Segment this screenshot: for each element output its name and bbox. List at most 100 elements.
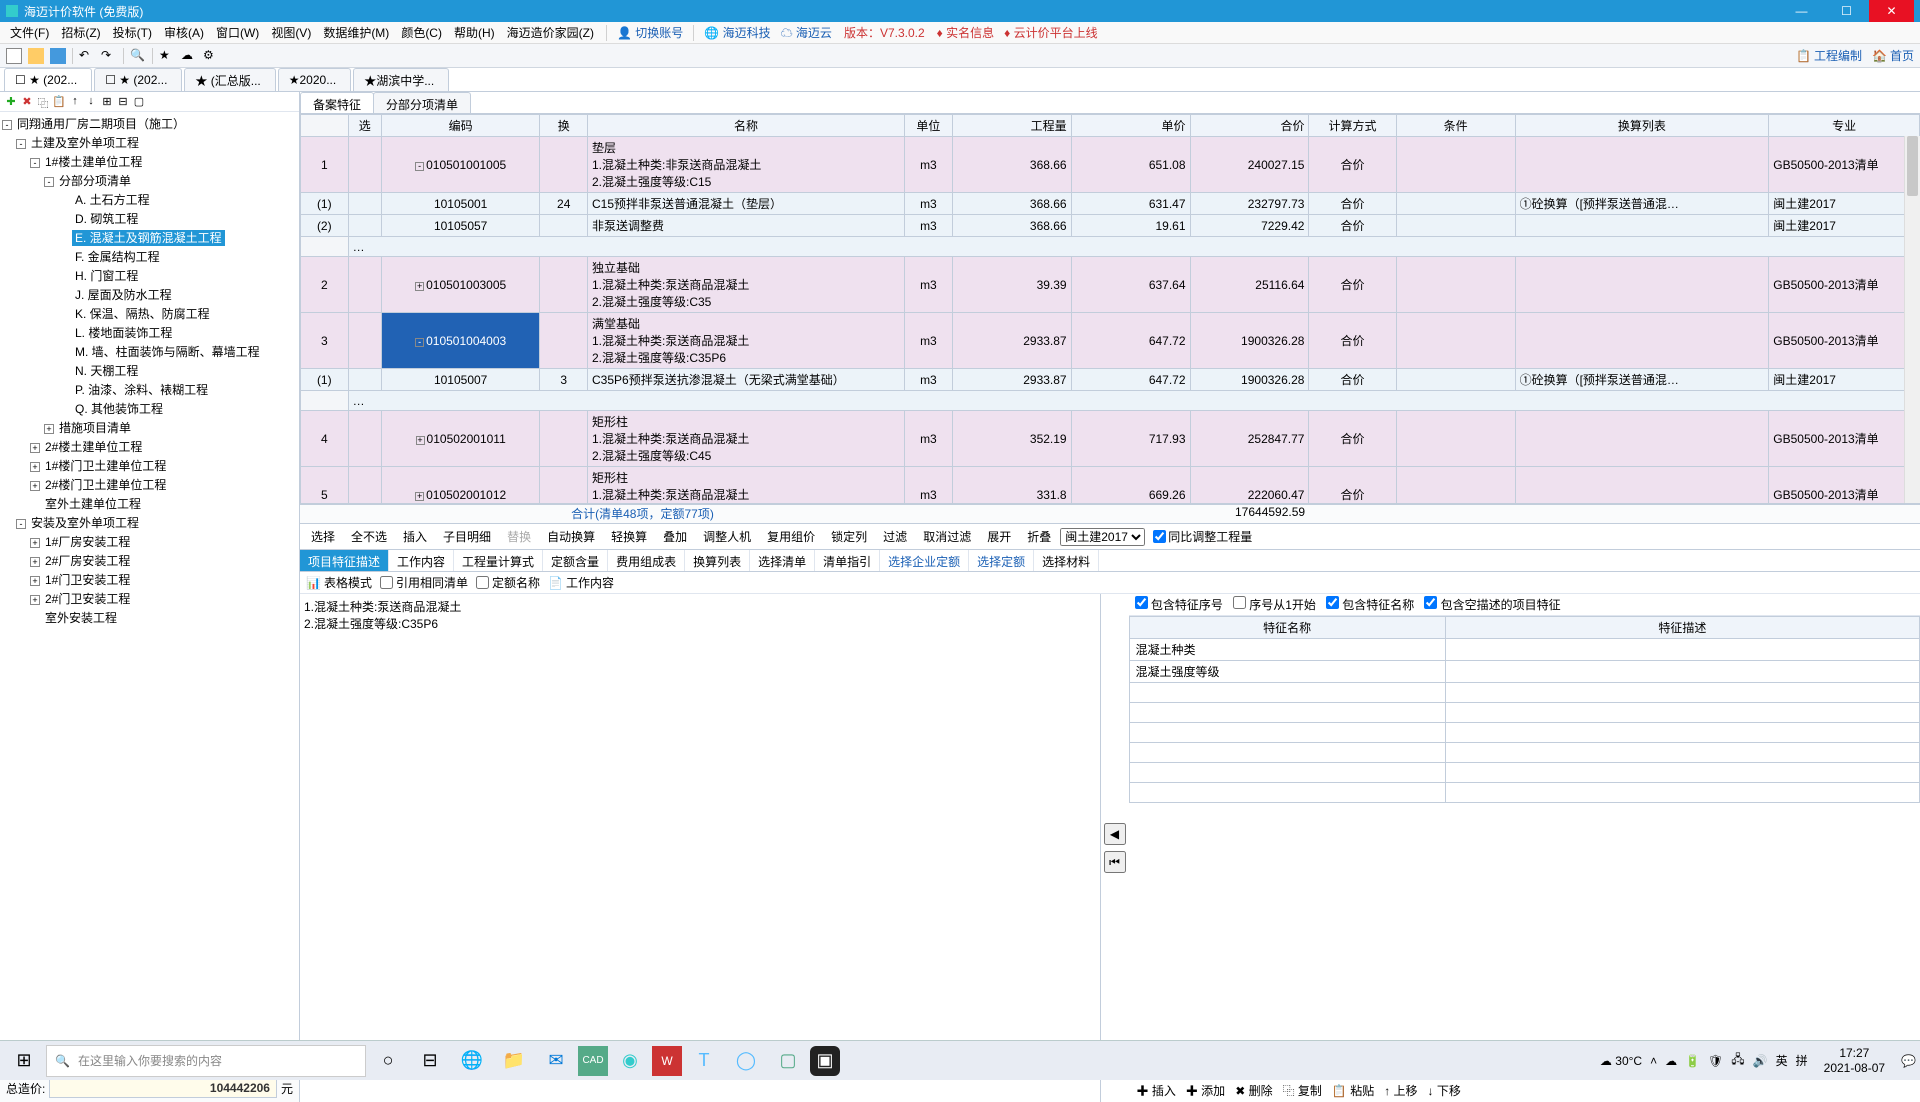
tree-node[interactable]: P. 油漆、涂料、裱糊工程 xyxy=(2,380,297,399)
taskbar-search[interactable]: 🔍 在这里输入你要搜索的内容 xyxy=(46,1045,366,1077)
feat-action-删除[interactable]: ✖ 删除 xyxy=(1235,1082,1272,1099)
settings-icon[interactable]: ⚙ xyxy=(203,48,219,64)
app-o-icon[interactable]: ◯ xyxy=(726,1041,766,1081)
explorer-icon[interactable]: 📁 xyxy=(494,1041,534,1081)
feat-action-添加[interactable]: ✚ 添加 xyxy=(1186,1082,1225,1099)
cloud-link[interactable]: ☁ 海迈云 xyxy=(777,22,836,43)
tree-node[interactable]: +2#楼门卫土建单位工程 xyxy=(2,475,297,494)
action-子目明细[interactable]: 子目明细 xyxy=(436,525,498,548)
feature-row[interactable]: 混凝土种类 xyxy=(1129,639,1920,661)
table-mode-button[interactable]: 📊 表格模式 xyxy=(306,574,372,591)
tree-toggle-icon[interactable]: + xyxy=(30,462,40,472)
tree-node[interactable]: +2#厂房安装工程 xyxy=(2,551,297,570)
tree-node[interactable]: Q. 其他装饰工程 xyxy=(2,399,297,418)
close-button[interactable]: ✕ xyxy=(1869,0,1914,22)
tree-paste-icon[interactable]: 📋 xyxy=(52,95,66,109)
app-teal-icon[interactable]: ◉ xyxy=(610,1041,650,1081)
realname-link[interactable]: ♦ 实名信息 xyxy=(933,22,998,43)
star-icon[interactable]: ★ xyxy=(159,48,175,64)
edge-icon[interactable]: 🌐 xyxy=(452,1041,492,1081)
grid-row[interactable]: (1)1010500124C15预拌非泵送普通混凝土（垫层）m3368.6663… xyxy=(301,193,1920,215)
prop-tab[interactable]: 费用组成表 xyxy=(608,550,685,571)
tree-collapse-icon[interactable]: ⊟ xyxy=(116,95,130,109)
tree-down-icon[interactable]: ↓ xyxy=(84,95,98,109)
maximize-button[interactable]: ☐ xyxy=(1824,0,1869,22)
weather-widget[interactable]: ☁ 30°C xyxy=(1600,1054,1642,1068)
project-tab[interactable]: ☐ ★ (202... xyxy=(4,68,92,91)
tree-node[interactable]: L. 楼地面装饰工程 xyxy=(2,323,297,342)
tree-node[interactable]: +2#门卫安装工程 xyxy=(2,589,297,608)
project-tab[interactable]: ★湖滨中学... xyxy=(353,68,449,91)
tree-node[interactable]: +1#门卫安装工程 xyxy=(2,570,297,589)
cloud-save-icon[interactable]: ☁ xyxy=(181,48,197,64)
tree-node[interactable]: A. 土石方工程 xyxy=(2,190,297,209)
sync-adjust-checkbox[interactable]: 同比调整工程量 xyxy=(1153,528,1252,545)
transfer-left-button[interactable]: ◀ xyxy=(1104,823,1126,845)
tree-toggle-icon[interactable]: + xyxy=(30,557,40,567)
start-button[interactable]: ⊞ xyxy=(4,1041,44,1081)
feature-row[interactable]: 混凝土强度等级 xyxy=(1129,661,1920,683)
feature-table[interactable]: 特征名称特征描述混凝土种类混凝土强度等级 xyxy=(1129,616,1920,803)
vertical-scrollbar[interactable] xyxy=(1904,136,1920,503)
prop-tab[interactable]: 定额含量 xyxy=(543,550,608,571)
action-过滤[interactable]: 过滤 xyxy=(876,525,914,548)
menu-item[interactable]: 视图(V) xyxy=(265,24,317,42)
tree-toggle-icon[interactable]: + xyxy=(30,595,40,605)
action-插入[interactable]: 插入 xyxy=(396,525,434,548)
action-选择[interactable]: 选择 xyxy=(304,525,342,548)
project-tab[interactable]: ★2020... xyxy=(278,68,351,91)
mail-icon[interactable]: ✉ xyxy=(536,1041,576,1081)
grid-row[interactable]: 4+010502001011矩形柱 1.混凝土种类:泵送商品混凝土 2.混凝土强… xyxy=(301,411,1920,467)
menu-item[interactable]: 海迈造价家园(Z) xyxy=(501,24,600,42)
feat-action-插入[interactable]: ✚ 插入 xyxy=(1137,1082,1176,1099)
tray-ime-1[interactable]: 英 xyxy=(1776,1052,1788,1069)
tree-node[interactable]: F. 金属结构工程 xyxy=(2,247,297,266)
project-tree[interactable]: -同翔通用厂房二期项目（施工）-土建及室外单项工程-1#楼土建单位工程-分部分项… xyxy=(0,112,299,1073)
app-wps-icon[interactable]: W xyxy=(652,1046,682,1076)
transfer-all-left-button[interactable]: ⏮ xyxy=(1104,851,1126,873)
tree-toggle-icon[interactable]: - xyxy=(30,158,40,168)
platform-link[interactable]: ♦ 云计价平台上线 xyxy=(1000,22,1101,43)
menu-item[interactable]: 颜色(C) xyxy=(395,24,448,42)
menu-item[interactable]: 数据维护(M) xyxy=(317,24,395,42)
minimize-button[interactable]: — xyxy=(1779,0,1824,22)
menu-item[interactable]: 窗口(W) xyxy=(210,24,265,42)
new-icon[interactable] xyxy=(6,48,22,64)
tree-node[interactable]: M. 墙、柱面装饰与隔断、幕墙工程 xyxy=(2,342,297,361)
tree-del-icon[interactable]: ✖ xyxy=(20,95,34,109)
action-调整人机[interactable]: 调整人机 xyxy=(696,525,758,548)
tree-node[interactable]: K. 保温、隔热、防腐工程 xyxy=(2,304,297,323)
tree-toggle-icon[interactable]: - xyxy=(16,519,26,529)
quota-name-checkbox[interactable]: 定额名称 xyxy=(476,574,540,591)
tree-toggle-icon[interactable]: + xyxy=(30,481,40,491)
grid-row[interactable]: 3-010501004003满堂基础 1.混凝土种类:泵送商品混凝土 2.混凝土… xyxy=(301,313,1920,369)
action-复用组价[interactable]: 复用组价 xyxy=(760,525,822,548)
tree-node[interactable]: E. 混凝土及钢筋混凝土工程 xyxy=(2,228,297,247)
seq-from-1-checkbox[interactable]: 序号从1开始 xyxy=(1233,596,1316,613)
prop-tab[interactable]: 选择企业定额 xyxy=(880,550,969,571)
menu-item[interactable]: 招标(Z) xyxy=(55,24,106,42)
tree-node[interactable]: +2#楼土建单位工程 xyxy=(2,437,297,456)
tech-link[interactable]: 🌐 海迈科技 xyxy=(700,22,774,43)
tray-net-icon[interactable]: 🖧 xyxy=(1731,1050,1744,1071)
prop-tab[interactable]: 项目特征描述 xyxy=(300,550,389,571)
tree-node[interactable]: +1#厂房安装工程 xyxy=(2,532,297,551)
tray-ime-2[interactable]: 拼 xyxy=(1796,1052,1808,1069)
tree-add-icon[interactable]: ✚ xyxy=(4,95,18,109)
tree-node[interactable]: D. 砌筑工程 xyxy=(2,209,297,228)
work-content-button[interactable]: 📄 工作内容 xyxy=(548,574,614,591)
detail-tab[interactable]: 分部分项清单 xyxy=(373,92,471,113)
action-替换[interactable]: 替换 xyxy=(500,525,538,548)
tree-copy-icon[interactable]: ⿻ xyxy=(36,95,50,109)
tree-toggle-icon[interactable]: + xyxy=(30,443,40,453)
include-seq-checkbox[interactable]: 包含特征序号 xyxy=(1135,596,1223,613)
tree-node[interactable]: -分部分项清单 xyxy=(2,171,297,190)
tree-up-icon[interactable]: ↑ xyxy=(68,95,82,109)
tray-volume-icon[interactable]: 🔊 xyxy=(1753,1054,1768,1068)
menu-item[interactable]: 文件(F) xyxy=(4,24,55,42)
app-black-icon[interactable]: ▣ xyxy=(810,1046,840,1076)
action-全不选[interactable]: 全不选 xyxy=(344,525,394,548)
feat-action-复制[interactable]: ⿻ 复制 xyxy=(1283,1082,1322,1099)
prop-tab[interactable]: 清单指引 xyxy=(815,550,880,571)
prop-tab[interactable]: 换算列表 xyxy=(685,550,750,571)
